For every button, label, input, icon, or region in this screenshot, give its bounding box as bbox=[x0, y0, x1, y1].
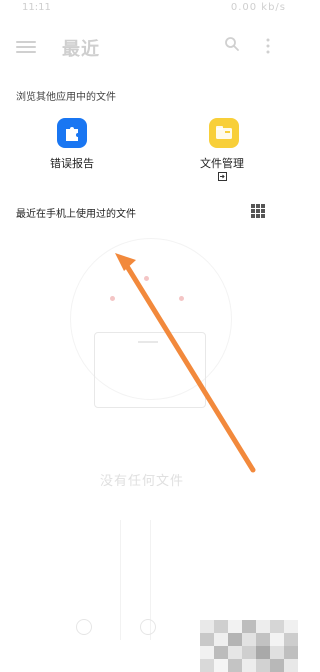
illustration-dot bbox=[179, 296, 184, 301]
recent-section-title: 最近在手机上使用过的文件 bbox=[16, 209, 136, 220]
menu-icon[interactable] bbox=[16, 38, 36, 54]
empty-illustration-box bbox=[94, 332, 206, 408]
grid-view-icon[interactable] bbox=[251, 204, 265, 218]
folder-icon[interactable] bbox=[209, 118, 239, 148]
app-label-file-manager[interactable]: 文件管理 bbox=[200, 155, 244, 171]
search-icon[interactable] bbox=[224, 36, 240, 52]
empty-state-text: 没有任何文件 bbox=[100, 474, 185, 489]
app-label-bug-report[interactable]: 错误报告 bbox=[50, 155, 94, 171]
browse-section-title: 浏览其他应用中的文件 bbox=[16, 92, 116, 103]
illustration-line bbox=[120, 520, 121, 640]
empty-illustration-line bbox=[138, 341, 158, 343]
files-icon[interactable] bbox=[140, 619, 156, 635]
app-bar: 最近 bbox=[0, 28, 298, 68]
status-time: 11:11 bbox=[22, 2, 51, 13]
more-vertical-icon[interactable] bbox=[263, 37, 273, 55]
mosaic-watermark bbox=[200, 620, 298, 672]
page-title: 最近 bbox=[62, 39, 100, 60]
home-icon[interactable] bbox=[76, 619, 92, 635]
open-external-icon bbox=[218, 172, 227, 181]
status-indicators: 0.00 kb/s bbox=[230, 2, 286, 13]
illustration-dot bbox=[110, 296, 115, 301]
illustration-dot bbox=[144, 276, 149, 281]
puzzle-icon[interactable] bbox=[57, 118, 87, 148]
